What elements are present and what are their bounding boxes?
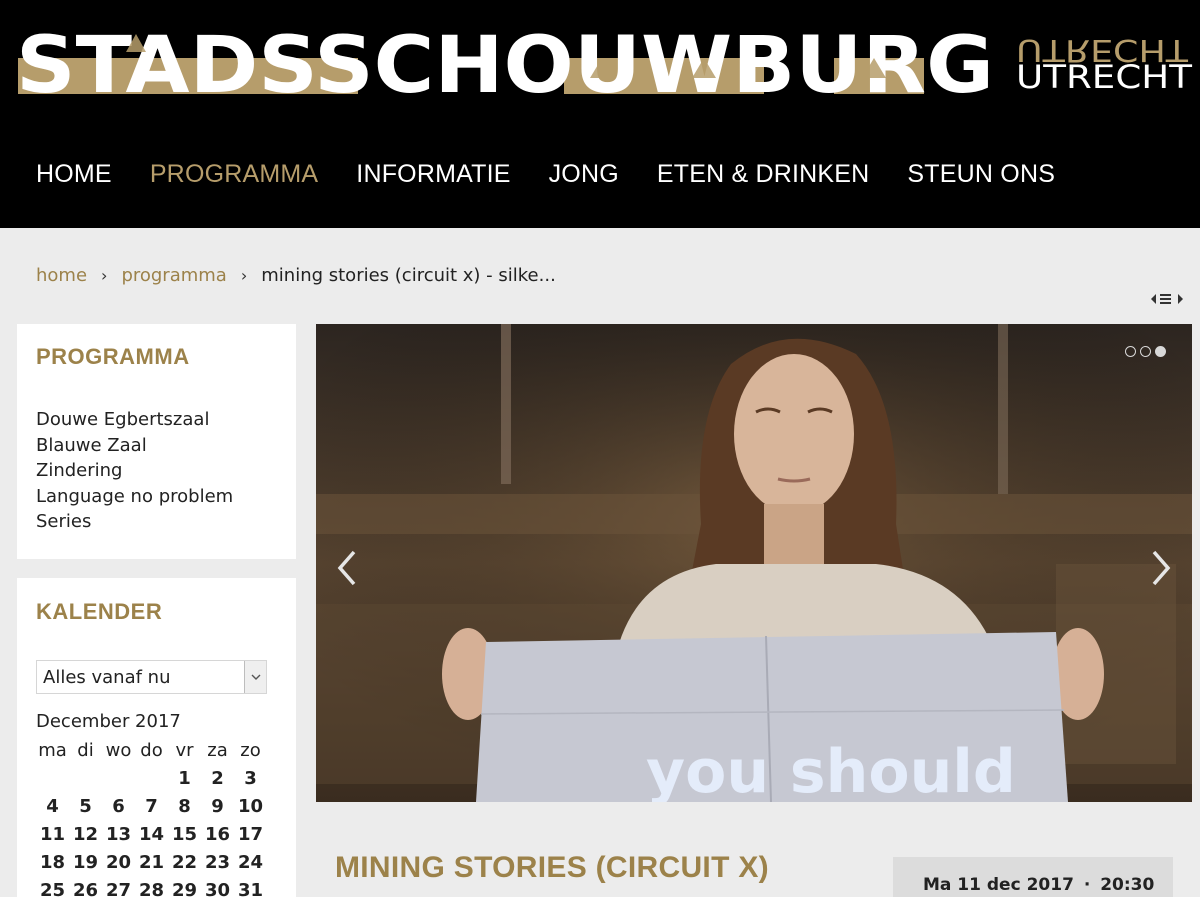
calendar-day[interactable]: 2: [201, 768, 234, 796]
calendar-week-row: 18 19 20 21 22 23 24: [36, 852, 267, 880]
calendar-day[interactable]: 11: [36, 824, 69, 852]
logo-wordmark: STADSSCHOUWBURG: [16, 21, 994, 106]
calendar-day[interactable]: 12: [69, 824, 102, 852]
calendar-empty-cell: [102, 768, 135, 796]
calendar-day[interactable]: 19: [69, 852, 102, 880]
weekday-label: do: [140, 740, 163, 761]
nav-home[interactable]: HOME: [36, 160, 112, 200]
calendar-empty-cell: [36, 768, 69, 796]
programma-item[interactable]: Series: [36, 509, 233, 535]
calendar-day[interactable]: 26: [69, 880, 102, 897]
projected-text: you should: [646, 737, 1016, 802]
calendar-day[interactable]: 18: [36, 852, 69, 880]
calendar-weekdays: ma di wo do vr za zo: [36, 740, 267, 768]
calendar-day[interactable]: 31: [234, 880, 267, 897]
calendar-day[interactable]: 28: [135, 880, 168, 897]
event-date-box: Ma 11 dec 2017 · 20:30: [893, 857, 1173, 897]
calendar-day[interactable]: 21: [135, 852, 168, 880]
programma-box: PROGRAMMA Douwe Egbertszaal Blauwe Zaal …: [17, 324, 296, 559]
calendar-day[interactable]: 1: [168, 768, 201, 796]
calendar-week-row: 25 26 27 28 29 30 31: [36, 880, 267, 897]
calendar-day[interactable]: 20: [102, 852, 135, 880]
chevron-left-icon[interactable]: [332, 546, 362, 590]
event-datetime: Ma 11 dec 2017 · 20:30: [923, 875, 1154, 895]
event-time: 20:30: [1100, 875, 1155, 895]
calendar-day[interactable]: 10: [234, 796, 267, 824]
calendar-day[interactable]: 3: [234, 768, 267, 796]
programma-item[interactable]: Blauwe Zaal: [36, 433, 233, 459]
calendar-grid: ma di wo do vr za zo 1 2 3 4 5 6 7 8 9 10 11 12 13 14…: [36, 740, 267, 897]
programma-item[interactable]: Douwe Egbertszaal: [36, 407, 233, 433]
calendar-week-row: 123: [36, 768, 267, 796]
nav-eten-drinken[interactable]: ETEN & DRINKEN: [657, 160, 870, 200]
calendar-day[interactable]: 25: [36, 880, 69, 897]
main-nav: HOME PROGRAMMA INFORMATIE JONG ETEN & DR…: [36, 160, 1093, 200]
calendar-day[interactable]: 27: [102, 880, 135, 897]
chevron-right-icon: ›: [101, 266, 108, 285]
calendar-day[interactable]: 29: [168, 880, 201, 897]
breadcrumb-current: mining stories (circuit x) - silke...: [261, 265, 556, 286]
logo-city: UTRECHT: [1016, 58, 1193, 96]
breadcrumb: home › programma › mining stories (circu…: [36, 265, 556, 286]
programma-title: PROGRAMMA: [36, 344, 190, 369]
calendar-empty-cell: [135, 768, 168, 796]
breadcrumb-programma[interactable]: programma: [121, 265, 226, 286]
calendar-day[interactable]: 6: [102, 796, 135, 824]
calendar-day[interactable]: 23: [201, 852, 234, 880]
calendar-day[interactable]: 7: [135, 796, 168, 824]
breadcrumb-home[interactable]: home: [36, 265, 87, 286]
event-date: Ma 11 dec 2017: [923, 875, 1074, 895]
calendar-month: December 2017: [36, 711, 181, 732]
calendar-day[interactable]: 16: [201, 824, 234, 852]
calendar-empty-cell: [69, 768, 102, 796]
chevron-right-icon: ›: [240, 266, 248, 285]
period-select[interactable]: Alles vanaf nu: [36, 660, 267, 694]
calendar-day[interactable]: 15: [168, 824, 201, 852]
calendar-day[interactable]: 9: [201, 796, 234, 824]
calendar-day[interactable]: 5: [69, 796, 102, 824]
programma-list: Douwe Egbertszaal Blauwe Zaal Zindering …: [36, 407, 233, 535]
slide-dots: [1125, 346, 1166, 357]
calendar-day[interactable]: 22: [168, 852, 201, 880]
weekday-label: zo: [240, 740, 261, 761]
nav-informatie[interactable]: INFORMATIE: [356, 160, 510, 200]
calendar-day[interactable]: 8: [168, 796, 201, 824]
chevron-right-icon[interactable]: [1146, 546, 1176, 590]
calendar-day[interactable]: 24: [234, 852, 267, 880]
calendar-day[interactable]: 17: [234, 824, 267, 852]
hero-slideshow: you should: [316, 324, 1192, 802]
calendar-day[interactable]: 14: [135, 824, 168, 852]
slide-dot[interactable]: [1140, 346, 1151, 357]
calendar-week-row: 11 12 13 14 15 16 17: [36, 824, 267, 852]
period-select-value: Alles vanaf nu: [43, 666, 171, 688]
calendar-week-row: 4 5 6 7 8 9 10: [36, 796, 267, 824]
hero-image: you should: [316, 324, 1192, 802]
chevron-down-icon[interactable]: [244, 661, 266, 693]
kalender-box: KALENDER Alles vanaf nu December 2017 ma…: [17, 578, 296, 897]
calendar-day[interactable]: 30: [201, 880, 234, 897]
nav-steun-ons[interactable]: STEUN ONS: [907, 160, 1055, 200]
event-title: MINING STORIES (CIRCUIT X): [335, 851, 769, 884]
weekday-label: di: [77, 740, 94, 761]
site-logo[interactable]: STADSSCHOUWBURG UTRECHT UTRECHT: [14, 14, 1194, 106]
nav-programma[interactable]: PROGRAMMA: [150, 160, 318, 200]
programma-item[interactable]: Zindering: [36, 458, 233, 484]
slideshow-nav-icon[interactable]: [1150, 292, 1184, 306]
weekday-label: za: [207, 740, 228, 761]
calendar-day[interactable]: 13: [102, 824, 135, 852]
kalender-title: KALENDER: [36, 599, 163, 624]
calendar-weeks: 1 2 3 4 5 6 7 8 9 10 11 12 13 14 15 16 17 18 19 20 21 22 23 24 2…: [36, 768, 267, 897]
nav-jong[interactable]: JONG: [549, 160, 619, 200]
slide-dot[interactable]: [1125, 346, 1136, 357]
weekday-label: wo: [105, 740, 132, 761]
programma-item[interactable]: Language no problem: [36, 484, 233, 510]
weekday-label: ma: [38, 740, 67, 761]
weekday-label: vr: [175, 740, 194, 761]
site-header: STADSSCHOUWBURG UTRECHT UTRECHT HOME PRO…: [0, 0, 1200, 228]
calendar-day[interactable]: 4: [36, 796, 69, 824]
date-separator: ·: [1083, 875, 1091, 895]
slide-dot-active[interactable]: [1155, 346, 1166, 357]
